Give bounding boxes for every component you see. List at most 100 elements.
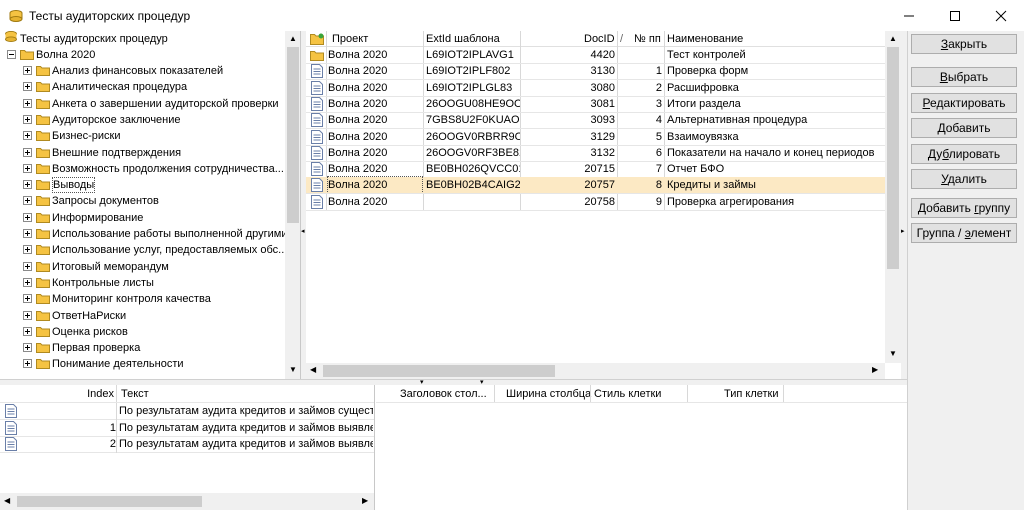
- col-header-cell-style[interactable]: Стиль клетки: [594, 386, 661, 402]
- tree-root-label[interactable]: Тесты аудиторских процедур: [20, 31, 168, 47]
- tree-item[interactable]: Анкета о завершении аудиторской проверки: [52, 96, 279, 112]
- cell-project[interactable]: Волна 2020: [328, 63, 422, 79]
- panel-button[interactable]: Удалить: [911, 169, 1017, 189]
- tree-expand-toggle[interactable]: [23, 277, 32, 287]
- tree-item[interactable]: Итоговый меморандум: [52, 259, 169, 275]
- cell-name[interactable]: Показатели на начало и конец периодов: [667, 145, 883, 161]
- tree-expand-toggle[interactable]: [23, 359, 32, 369]
- tree-item[interactable]: Выводы: [52, 177, 96, 194]
- tree-item[interactable]: Использование работы выполненной другими: [52, 226, 288, 242]
- tree-expand-toggle[interactable]: [23, 98, 32, 108]
- tree-item[interactable]: Аудиторское заключение: [52, 112, 181, 128]
- cell-num[interactable]: 3: [618, 96, 662, 112]
- cell-extid[interactable]: L69IOT2IPLF802: [426, 63, 520, 79]
- tree-expand-toggle[interactable]: [23, 310, 32, 320]
- tree-expand-toggle[interactable]: [23, 343, 32, 353]
- text-table-hscroll-thumb[interactable]: [17, 496, 202, 507]
- grid-vscroll[interactable]: ▲ ▼: [885, 31, 901, 363]
- cell-extid[interactable]: L69IOT2IPLGL83: [426, 80, 520, 96]
- grid-row[interactable]: Волна 2020 26OOGV0RF3BE81 3132 6 Показатели …: [306, 145, 885, 161]
- tree-expand-toggle[interactable]: [23, 163, 32, 173]
- grid-row[interactable]: Волна 2020 BE0BH02B4CAIG2 20757 8 Кредиты и …: [306, 176, 885, 195]
- col-header-num[interactable]: № пп: [634, 31, 661, 47]
- maximize-button[interactable]: [932, 0, 978, 31]
- grid-row[interactable]: Волна 2020 20758 9 Проверка агрегирования: [306, 194, 885, 210]
- grid-row[interactable]: Волна 2020 L69IOT2IPLGL83 3080 2 Расшифровка: [306, 80, 885, 96]
- cell-docid[interactable]: 3130: [521, 63, 615, 79]
- tree-expand-toggle[interactable]: [23, 131, 32, 141]
- col-header-project[interactable]: Проект: [332, 31, 368, 47]
- panel-button[interactable]: Дублировать: [911, 144, 1017, 164]
- splitter-arrow-icon[interactable]: ◂: [301, 227, 305, 235]
- cell-index[interactable]: 2: [20, 436, 116, 452]
- col-header-cell-type[interactable]: Тип клетки: [724, 386, 779, 402]
- tree-expand-toggle[interactable]: [23, 229, 32, 238]
- minimize-button[interactable]: [886, 0, 932, 31]
- cell-num[interactable]: 5: [618, 129, 662, 145]
- grid-row[interactable]: Волна 2020 L69IOT2IPLAVG1 4420 Тест контрол…: [306, 47, 885, 63]
- grid-row[interactable]: Волна 2020 BE0BH026QVCC01 20715 7 Отчет БФО: [306, 161, 885, 177]
- scroll-up-arrow-icon[interactable]: ▲: [889, 34, 897, 43]
- cell-project[interactable]: Волна 2020: [328, 47, 422, 63]
- cell-num[interactable]: 4: [618, 112, 662, 128]
- cell-name[interactable]: Проверка форм: [667, 63, 883, 79]
- panel-button[interactable]: Выбрать: [911, 67, 1017, 87]
- cell-extid[interactable]: [426, 194, 520, 210]
- cell-text[interactable]: По результатам аудита кредитов и займов …: [119, 420, 373, 436]
- cell-num[interactable]: 1: [618, 63, 662, 79]
- cell-project[interactable]: Волна 2020: [328, 129, 422, 145]
- tree-expand-toggle[interactable]: [23, 196, 32, 206]
- cell-extid[interactable]: 26OOGV0RF3BE81: [426, 145, 520, 161]
- tree-expand-toggle[interactable]: [23, 66, 32, 75]
- panel-button[interactable]: Редактировать: [911, 93, 1017, 113]
- grid-hscroll-thumb[interactable]: [323, 365, 555, 377]
- col-header-width[interactable]: Ширина столбца: [506, 386, 591, 402]
- tree-item[interactable]: Аналитическая процедура: [52, 79, 187, 95]
- scroll-left-arrow-icon[interactable]: ◀: [4, 496, 10, 505]
- panel-button[interactable]: Закрыть: [911, 34, 1017, 54]
- cell-extid[interactable]: BE0BH026QVCC01: [426, 161, 520, 177]
- cell-text[interactable]: По результатам аудита кредитов и займов …: [119, 436, 373, 452]
- scroll-left-arrow-icon[interactable]: ◀: [310, 365, 316, 374]
- col-header-caption[interactable]: Заголовок стол...: [400, 386, 487, 402]
- tree-item[interactable]: Информирование: [52, 210, 143, 226]
- cell-num[interactable]: 6: [618, 145, 662, 161]
- col-header-docid[interactable]: DocID: [584, 31, 615, 47]
- folder-add-icon[interactable]: [310, 33, 324, 45]
- cell-docid[interactable]: 3132: [521, 145, 615, 161]
- grid-vscroll-thumb[interactable]: [887, 47, 899, 269]
- cell-docid[interactable]: 3081: [521, 96, 615, 112]
- grid-row[interactable]: Волна 2020 L69IOT2IPLF802 3130 1 Проверка фо…: [306, 63, 885, 79]
- cell-docid[interactable]: 20715: [521, 161, 615, 177]
- cell-index[interactable]: 1: [20, 420, 116, 436]
- tree-vscroll-thumb[interactable]: [287, 47, 299, 223]
- cell-project[interactable]: Волна 2020: [328, 80, 422, 96]
- tree-expand-toggle[interactable]: [23, 180, 32, 190]
- cell-name[interactable]: Отчет БФО: [667, 161, 883, 177]
- cell-extid[interactable]: 7GBS8U2F0KUAO1: [426, 112, 520, 128]
- col-header-index[interactable]: Index: [20, 386, 114, 402]
- cell-num[interactable]: 7: [618, 161, 662, 177]
- cell-docid[interactable]: 3129: [521, 129, 615, 145]
- tree-wave-collapse[interactable]: [7, 50, 16, 59]
- cell-docid[interactable]: 4420: [521, 47, 615, 63]
- col-header-name[interactable]: Наименование: [667, 31, 743, 47]
- cell-docid[interactable]: 20758: [521, 194, 615, 210]
- cell-docid[interactable]: 3093: [521, 112, 615, 128]
- grid-hscroll[interactable]: ◀ ▶: [306, 363, 885, 379]
- tree-expand-toggle[interactable]: [23, 212, 32, 222]
- cell-extid[interactable]: 26OOGU08HE9OO1: [426, 96, 520, 112]
- cell-docid[interactable]: 3080: [521, 80, 615, 96]
- tree-item[interactable]: Оценка рисков: [52, 324, 128, 340]
- scroll-down-arrow-icon[interactable]: ▼: [889, 349, 897, 358]
- tree-expand-toggle[interactable]: [23, 114, 32, 124]
- tree-expand-toggle[interactable]: [23, 326, 32, 336]
- panel-button[interactable]: Добавить: [911, 118, 1017, 138]
- tree-vscroll[interactable]: ▲ ▼: [285, 31, 300, 379]
- col-header-extid[interactable]: ExtId шаблона: [426, 31, 500, 47]
- cell-project[interactable]: Волна 2020: [328, 96, 422, 112]
- tree-item[interactable]: Понимание деятельности: [52, 356, 184, 372]
- cell-project[interactable]: Волна 2020: [328, 145, 422, 161]
- cell-name[interactable]: Альтернативная процедура: [667, 112, 883, 128]
- cell-name[interactable]: Кредиты и займы: [667, 177, 883, 193]
